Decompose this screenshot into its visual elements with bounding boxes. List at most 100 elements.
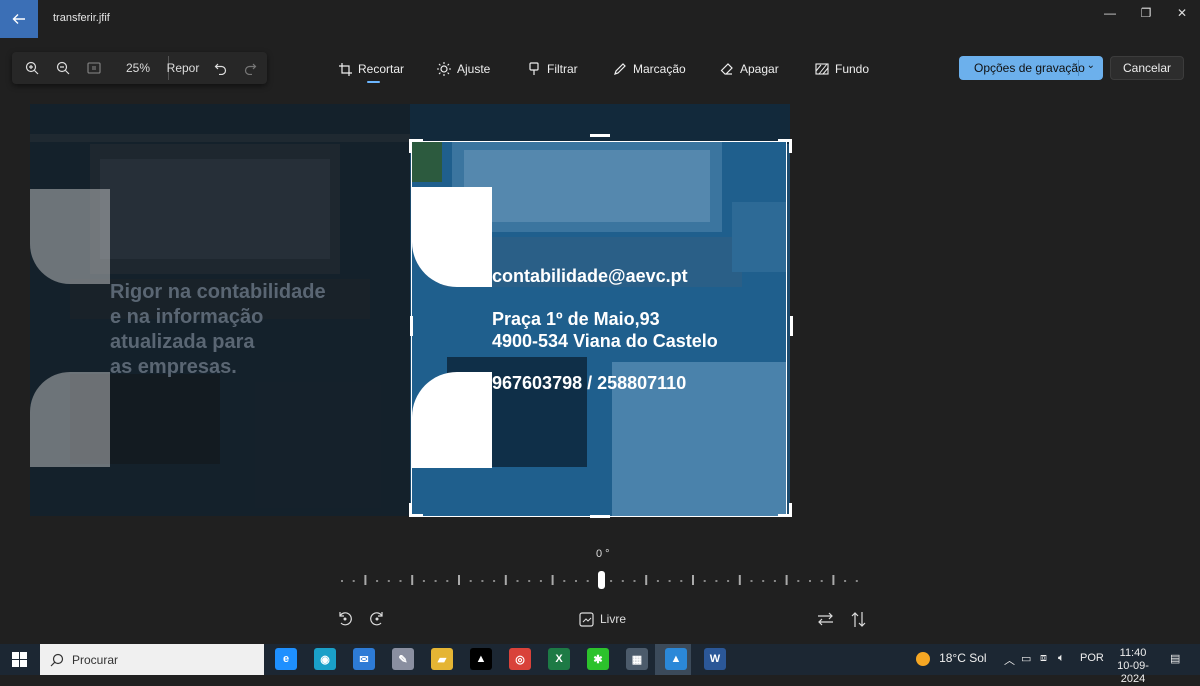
cancel-button[interactable]: Cancelar (1110, 56, 1184, 80)
window-title: transferir.jfif (53, 12, 110, 24)
network-icon[interactable]: ⧈ (1040, 652, 1047, 665)
restore-button[interactable]: ❐ (1128, 0, 1164, 26)
tab-marcacao-label: Marcação (633, 62, 686, 76)
flip-horizontal-button[interactable] (817, 609, 834, 629)
crop-handle-left[interactable] (410, 316, 413, 336)
split-divider (1078, 60, 1079, 76)
search-box[interactable]: Procurar (40, 644, 264, 675)
crop-handle-bottom-right[interactable] (789, 503, 792, 517)
zoom-out-button[interactable] (53, 58, 73, 78)
back-button[interactable] (0, 0, 38, 38)
paint-icon[interactable]: ✎ (392, 648, 414, 670)
ruler-tick (341, 580, 343, 582)
search-icon (50, 653, 64, 666)
crop-handle-top-left[interactable] (409, 139, 412, 153)
crop-handle-bottom[interactable] (590, 515, 610, 518)
ruler-tick (422, 580, 425, 582)
delta-app-icon[interactable]: ▲ (470, 648, 492, 670)
ruler-tick (809, 580, 811, 582)
crop-handle-bottom-left[interactable] (409, 503, 412, 517)
ruler-tick (551, 575, 554, 585)
close-button[interactable]: ✕ (1164, 0, 1200, 26)
ruler-tick (504, 575, 507, 585)
tab-fundo-label: Fundo (835, 62, 870, 76)
crop-handle-right[interactable] (790, 316, 793, 336)
ruler-tick (832, 575, 835, 585)
ruler-tick (539, 580, 542, 582)
slogan-line: e na informação (110, 306, 264, 328)
notifications-button[interactable]: ▤ (1170, 652, 1180, 665)
ruler-tick (703, 580, 706, 582)
photos-icon[interactable]: ▲ (665, 648, 687, 670)
ruler-tick (493, 580, 496, 582)
rotate-left-icon (339, 612, 352, 626)
clock[interactable]: 11:40 10-09-2024 (1108, 647, 1158, 686)
ruler-tick (750, 580, 753, 582)
minimize-button[interactable]: — (1092, 0, 1128, 26)
ruler-tick (727, 580, 730, 582)
battery-icon[interactable]: ▭ (1021, 652, 1031, 665)
internet-explorer-icon[interactable]: e (275, 648, 297, 670)
address-line-2: 4900-534 Viana do Castelo (492, 331, 718, 351)
file-explorer-icon[interactable]: ▰ (431, 648, 453, 670)
clock-date: 10-09-2024 (1117, 660, 1149, 685)
rotation-slider-thumb[interactable] (598, 571, 605, 589)
slogan-line: atualizada para (110, 331, 255, 353)
ruler-tick (434, 580, 437, 582)
excel-icon[interactable]: X (548, 648, 570, 670)
ruler-tick (645, 575, 648, 585)
xbox-icon[interactable]: ✱ (587, 648, 609, 670)
taskbar: Procurar e ◉ ✉ ✎ ▰ ▲ ◎ X ✱ ▦ ▲ W 18°C Sol ︿ ▭ ⧈ 🔈︎ … (0, 644, 1200, 685)
volume-icon[interactable]: 🔈︎ (1058, 652, 1065, 665)
flip-vertical-button[interactable] (851, 609, 866, 629)
tab-ajuste-label: Ajuste (457, 62, 491, 76)
ruler-tick (586, 580, 589, 582)
crop-handle-top-right[interactable] (789, 139, 792, 153)
ruler-tick (481, 580, 484, 582)
ruler-tick (680, 580, 683, 582)
word-icon[interactable]: W (704, 648, 726, 670)
tab-ajuste[interactable]: Ajuste (437, 60, 490, 78)
language-indicator[interactable]: POR (1080, 652, 1104, 664)
calculator-icon[interactable]: ▦ (626, 648, 648, 670)
tab-recortar[interactable]: Recortar (338, 60, 404, 78)
chrome-icon[interactable]: ◎ (509, 648, 531, 670)
undo-button[interactable] (212, 58, 228, 78)
tab-apagar[interactable]: Apagar (720, 60, 779, 78)
tab-fundo[interactable]: Fundo (815, 60, 869, 78)
filter-icon (527, 62, 541, 76)
weather-widget[interactable]: 18°C Sol (916, 651, 987, 667)
ruler-tick (528, 580, 531, 582)
start-button[interactable] (12, 652, 27, 672)
ruler-tick (820, 580, 823, 582)
rotate-left-button[interactable] (337, 609, 353, 629)
zoom-level[interactable]: 25% (122, 58, 154, 78)
crop-selection[interactable]: contabilidade@aevc.pt Praça 1º de Maio,9… (411, 141, 787, 517)
save-options-button[interactable]: Opções de gravação ⌄ (959, 56, 1103, 80)
crop-handle-top[interactable] (590, 134, 610, 137)
ruler-tick (411, 575, 414, 585)
actual-size-button[interactable] (84, 58, 104, 78)
tab-marcacao[interactable]: Marcação (613, 60, 686, 78)
aspect-ratio-button[interactable]: Livre (579, 609, 626, 629)
ruler-tick (633, 580, 636, 582)
tab-apagar-label: Apagar (740, 62, 779, 76)
eraser-icon (720, 62, 734, 76)
save-options-label: Opções de gravação (974, 61, 1085, 75)
ruler-tick (715, 580, 718, 582)
zoom-toolbar: 25% Repor (12, 52, 267, 84)
ruler-tick (797, 580, 800, 582)
mail-icon[interactable]: ✉ (353, 648, 375, 670)
flip-vertical-icon (851, 611, 866, 627)
redo-button[interactable] (242, 58, 258, 78)
chevron-down-icon[interactable]: ⌄ (1087, 60, 1095, 71)
show-hidden-icons[interactable]: ︿ (1004, 652, 1015, 668)
bracket-shape-bottom (30, 372, 110, 467)
reset-button[interactable]: Repor (167, 58, 200, 78)
tab-filtrar[interactable]: Filtrar (527, 60, 578, 78)
zoom-in-button[interactable] (22, 58, 42, 78)
rotate-right-button[interactable] (369, 609, 385, 629)
ruler-tick (844, 580, 847, 582)
aspect-ratio-label: Livre (600, 612, 627, 626)
edge-icon[interactable]: ◉ (314, 648, 336, 670)
